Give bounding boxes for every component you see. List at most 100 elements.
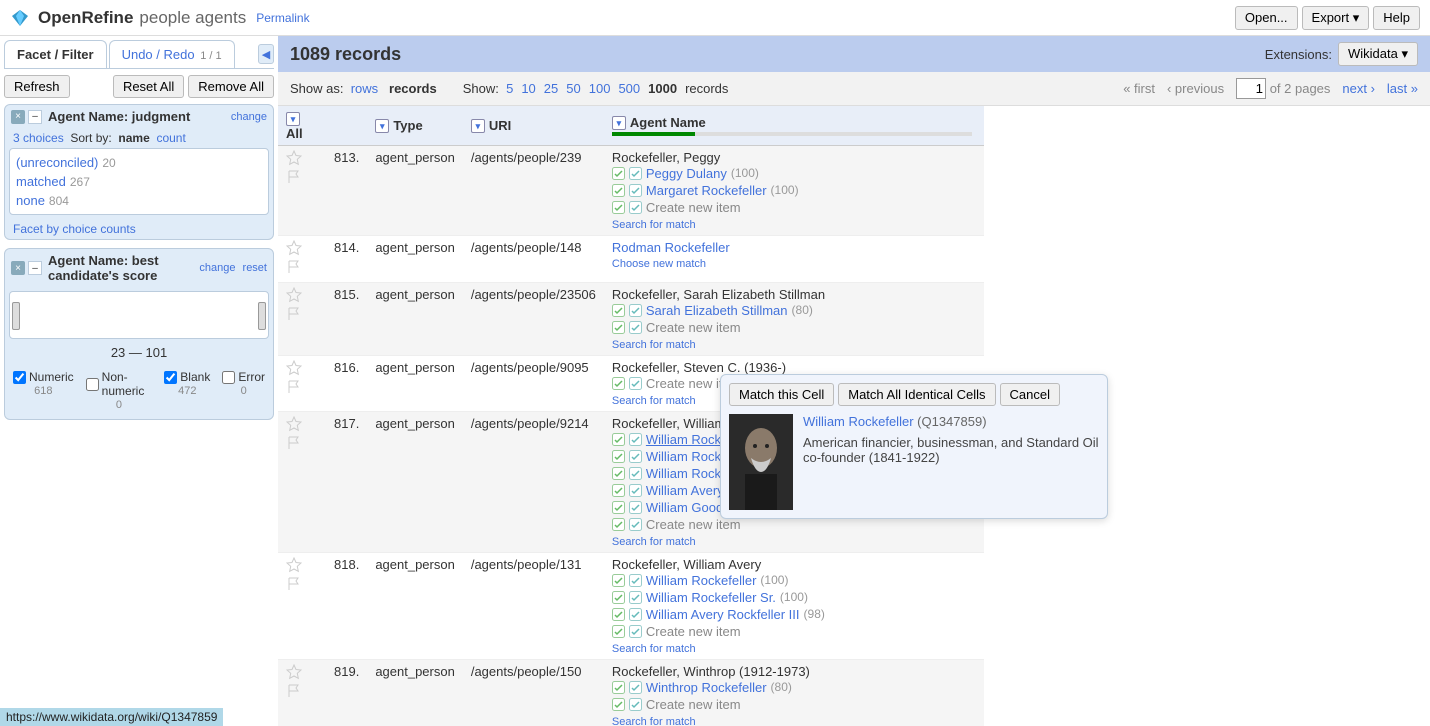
match-all-icon[interactable]: [629, 574, 642, 587]
range-check-non-numeric[interactable]: [86, 378, 99, 391]
candidate-link[interactable]: Margaret Rockefeller: [646, 183, 767, 198]
match-single-icon[interactable]: [612, 625, 625, 638]
search-for-match[interactable]: Search for match: [612, 339, 696, 351]
page-size-25[interactable]: 25: [544, 81, 558, 96]
match-single-icon[interactable]: [612, 184, 625, 197]
choices-count[interactable]: 3 choices: [13, 131, 64, 145]
flag-icon[interactable]: [286, 435, 302, 451]
match-all-icon[interactable]: [629, 184, 642, 197]
wikidata-ext-button[interactable]: Wikidata ▾: [1338, 42, 1418, 66]
help-button[interactable]: Help: [1373, 6, 1420, 30]
match-all-icon[interactable]: [629, 304, 642, 317]
page-size-50[interactable]: 50: [566, 81, 580, 96]
tab-undo-redo[interactable]: Undo / Redo 1 / 1: [109, 40, 235, 68]
match-all-icon[interactable]: [629, 201, 642, 214]
candidate-link[interactable]: Peggy Dulany: [646, 166, 727, 181]
match-single-icon[interactable]: [612, 167, 625, 180]
match-single-icon[interactable]: [612, 501, 625, 514]
range-slider[interactable]: [9, 291, 269, 339]
flag-icon[interactable]: [286, 259, 302, 275]
flag-icon[interactable]: [286, 169, 302, 185]
flag-icon[interactable]: [286, 683, 302, 699]
search-for-match[interactable]: Search for match: [612, 536, 696, 548]
star-icon[interactable]: [286, 287, 302, 303]
open-button[interactable]: Open...: [1235, 6, 1298, 30]
star-icon[interactable]: [286, 557, 302, 573]
next-page[interactable]: next ›: [1342, 81, 1375, 96]
permalink-link[interactable]: Permalink: [256, 11, 309, 25]
search-for-match[interactable]: Search for match: [612, 716, 696, 726]
range-check-numeric[interactable]: [13, 371, 26, 384]
match-single-icon[interactable]: [612, 450, 625, 463]
col-menu-agent-name[interactable]: ▾: [612, 116, 626, 130]
match-all-icon[interactable]: [629, 467, 642, 480]
cancel-button[interactable]: Cancel: [1000, 383, 1060, 406]
match-all-icon[interactable]: [629, 518, 642, 531]
candidate-link[interactable]: Sarah Elizabeth Stillman: [646, 303, 788, 318]
range-handle-right[interactable]: [258, 302, 266, 330]
match-all-icon[interactable]: [629, 433, 642, 446]
matched-entity[interactable]: Rodman Rockefeller: [612, 240, 730, 255]
choose-new-match[interactable]: Choose new match: [612, 258, 706, 270]
col-menu-uri[interactable]: ▾: [471, 119, 485, 133]
match-all-icon[interactable]: [629, 377, 642, 390]
flag-icon[interactable]: [286, 306, 302, 322]
reset-all-button[interactable]: Reset All: [113, 75, 184, 98]
export-button[interactable]: Export ▾: [1302, 6, 1370, 30]
match-all-icon[interactable]: [629, 484, 642, 497]
match-single-icon[interactable]: [612, 467, 625, 480]
search-for-match[interactable]: Search for match: [612, 643, 696, 655]
col-menu-type[interactable]: ▾: [375, 119, 389, 133]
page-size-500[interactable]: 500: [618, 81, 640, 96]
facet-reset-link[interactable]: reset: [243, 262, 267, 274]
facet-by-counts[interactable]: Facet by choice counts: [13, 222, 136, 236]
facet-minimize-icon[interactable]: –: [28, 110, 42, 124]
sort-name[interactable]: name: [118, 131, 149, 145]
create-new-item[interactable]: Create new item: [646, 320, 741, 335]
match-all-icon[interactable]: [629, 501, 642, 514]
last-page[interactable]: last »: [1387, 81, 1418, 96]
match-single-icon[interactable]: [612, 304, 625, 317]
match-single-icon[interactable]: [612, 574, 625, 587]
create-new-item[interactable]: Create new item: [646, 697, 741, 712]
page-size-10[interactable]: 10: [521, 81, 535, 96]
star-icon[interactable]: [286, 664, 302, 680]
star-icon[interactable]: [286, 416, 302, 432]
search-for-match[interactable]: Search for match: [612, 395, 696, 407]
col-menu-all[interactable]: ▾: [286, 112, 300, 126]
facet-close-icon[interactable]: ×: [11, 110, 25, 124]
range-check-blank[interactable]: [164, 371, 177, 384]
match-single-icon[interactable]: [612, 591, 625, 604]
candidate-link[interactable]: William Rockefeller: [646, 573, 757, 588]
facet-minimize-icon[interactable]: –: [28, 261, 42, 275]
facet-choice[interactable]: (unreconciled): [16, 155, 98, 170]
facet-choice[interactable]: none: [16, 193, 45, 208]
preview-title[interactable]: William Rockefeller: [803, 414, 914, 429]
facet-change-link[interactable]: change: [231, 111, 267, 123]
create-new-item[interactable]: Create new item: [646, 624, 741, 639]
candidate-link[interactable]: Winthrop Rockefeller: [646, 680, 767, 695]
match-single-icon[interactable]: [612, 377, 625, 390]
match-single-icon[interactable]: [612, 321, 625, 334]
page-size-100[interactable]: 100: [589, 81, 611, 96]
match-single-icon[interactable]: [612, 518, 625, 531]
show-rows[interactable]: rows: [351, 81, 378, 96]
facet-choice[interactable]: matched: [16, 174, 66, 189]
match-single-icon[interactable]: [612, 698, 625, 711]
create-new-item[interactable]: Create new item: [646, 200, 741, 215]
candidate-link[interactable]: William Avery Rockfeller III: [646, 607, 800, 622]
first-page[interactable]: « first: [1123, 81, 1155, 96]
match-all-icon[interactable]: [629, 681, 642, 694]
tab-facet-filter[interactable]: Facet / Filter: [4, 40, 107, 68]
star-icon[interactable]: [286, 360, 302, 376]
facet-close-icon[interactable]: ×: [11, 261, 25, 275]
prev-page[interactable]: ‹ previous: [1167, 81, 1224, 96]
flag-icon[interactable]: [286, 576, 302, 592]
match-this-cell-button[interactable]: Match this Cell: [729, 383, 834, 406]
flag-icon[interactable]: [286, 379, 302, 395]
match-all-icon[interactable]: [629, 321, 642, 334]
match-all-icon[interactable]: [629, 450, 642, 463]
match-all-icon[interactable]: [629, 698, 642, 711]
facet-change-link[interactable]: change: [199, 262, 235, 274]
sort-count[interactable]: count: [156, 131, 185, 145]
